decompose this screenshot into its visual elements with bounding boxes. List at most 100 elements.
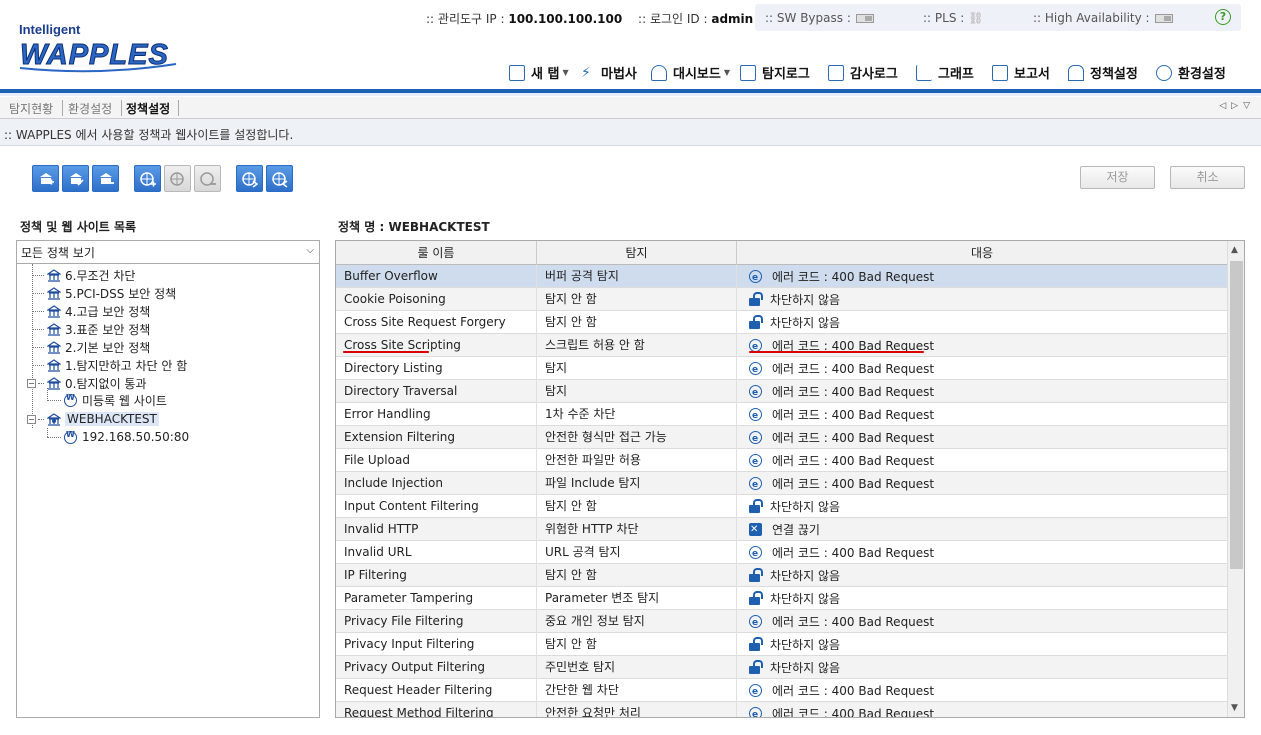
column-header-action[interactable]: 대응 bbox=[737, 241, 1227, 265]
tab-scroll-arrows[interactable]: ◁▷▽ bbox=[1219, 101, 1255, 111]
table-row[interactable]: Input Content Filtering 탐지 안 함 차단하지 않음 bbox=[336, 495, 1227, 518]
tree-item-policy[interactable]: 5.PCI-DSS 보안 정책 bbox=[32, 284, 176, 302]
collapse-icon[interactable]: − bbox=[27, 414, 36, 424]
tree-item-policy[interactable]: 2.기본 보안 정책 bbox=[32, 338, 150, 356]
tree-item-site[interactable]: 미등록 웹 사이트 bbox=[47, 391, 167, 409]
action-cell[interactable]: 에러 코드 : 400 Bad Request bbox=[737, 403, 1227, 426]
action-cell[interactable]: 차단하지 않음 bbox=[737, 311, 1227, 334]
detect-cell[interactable]: Parameter 변조 탐지 bbox=[537, 587, 737, 610]
table-row[interactable]: Invalid URLURL 공격 탐지 에러 코드 : 400 Bad Requ… bbox=[336, 541, 1227, 564]
table-row[interactable]: Request Method Filtering안전한 요청만 처리 에러 코드 … bbox=[336, 702, 1227, 717]
detect-cell[interactable]: 위험한 HTTP 차단 bbox=[537, 518, 737, 541]
import-button[interactable] bbox=[236, 165, 263, 192]
nav-dashboard[interactable]: 대시보드 ▼ bbox=[651, 63, 730, 82]
action-cell[interactable]: 차단하지 않음 bbox=[737, 288, 1227, 311]
detect-cell[interactable]: 탐지 안 함 bbox=[537, 564, 737, 587]
tree-item-site[interactable]: 192.168.50.50:80 bbox=[47, 428, 189, 446]
scrollbar-thumb[interactable] bbox=[1230, 261, 1243, 569]
table-row[interactable]: Cross Site Scripting스크립트 허용 안 함 에러 코드 : 4… bbox=[336, 334, 1227, 357]
tree-item-policy[interactable]: −0.탐지없이 통과 bbox=[27, 374, 147, 392]
delete-site-button[interactable] bbox=[194, 165, 221, 192]
save-button[interactable]: 저장 bbox=[1080, 166, 1155, 189]
detect-cell[interactable]: 스크립트 허용 안 함 bbox=[537, 334, 737, 357]
table-row[interactable]: Cross Site Request Forgery 탐지 안 함 차단하지 않음 bbox=[336, 311, 1227, 334]
edit-policy-button[interactable] bbox=[62, 165, 89, 192]
action-cell[interactable]: 차단하지 않음 bbox=[737, 656, 1227, 679]
add-policy-button[interactable] bbox=[32, 165, 59, 192]
tree-item-policy[interactable]: 6.무조건 차단 bbox=[32, 266, 135, 284]
table-row[interactable]: Privacy Output Filtering 주민번호 탐지 차단하지 않음 bbox=[336, 656, 1227, 679]
detect-cell[interactable]: 1차 수준 차단 bbox=[537, 403, 737, 426]
action-cell[interactable]: 에러 코드 : 400 Bad Request bbox=[737, 541, 1227, 564]
chevron-left-icon[interactable]: ◁ bbox=[1219, 101, 1231, 111]
table-row[interactable]: Parameter Tampering Parameter 변조 탐지 차단하지 않… bbox=[336, 587, 1227, 610]
action-cell[interactable]: 에러 코드 : 400 Bad Request bbox=[737, 679, 1227, 702]
policy-filter-select[interactable]: 모든 정책 보기 ⌵ bbox=[16, 240, 320, 264]
table-row[interactable]: Cookie Poisoning 탐지 안 함 차단하지 않음 bbox=[336, 288, 1227, 311]
action-cell[interactable]: 차단하지 않음 bbox=[737, 564, 1227, 587]
action-cell[interactable]: 에러 코드 : 400 Bad Request bbox=[737, 357, 1227, 380]
nav-wizard[interactable]: ⚡ 마법사 bbox=[581, 63, 637, 83]
action-cell[interactable]: 연결 끊기 bbox=[737, 518, 1227, 541]
help-icon[interactable]: ? bbox=[1215, 9, 1231, 25]
detect-cell[interactable]: 중요 개인 정보 탐지 bbox=[537, 610, 737, 633]
collapse-icon[interactable]: − bbox=[27, 378, 36, 388]
table-scrollbar[interactable]: ▲ ▼ bbox=[1227, 241, 1244, 717]
scroll-down-icon[interactable]: ▼ bbox=[1231, 703, 1238, 713]
tab-detection-status[interactable]: 탐지현황 bbox=[9, 100, 53, 117]
nav-new-tab[interactable]: 새 탭 ▼ bbox=[509, 63, 569, 82]
chevron-right-icon[interactable]: ▷ bbox=[1231, 101, 1243, 111]
table-row[interactable]: IP Filtering 탐지 안 함 차단하지 않음 bbox=[336, 564, 1227, 587]
nav-settings[interactable]: 환경설정 bbox=[1156, 63, 1226, 82]
action-cell[interactable]: 에러 코드 : 400 Bad Request bbox=[737, 702, 1227, 717]
table-row[interactable]: Directory Traversal탐지 에러 코드 : 400 Bad Req… bbox=[336, 380, 1227, 403]
table-row[interactable]: Error Handling1차 수준 차단 에러 코드 : 400 Bad Re… bbox=[336, 403, 1227, 426]
detect-cell[interactable]: 안전한 파일만 허용 bbox=[537, 449, 737, 472]
nav-audit-log[interactable]: 감사로그 bbox=[828, 63, 898, 82]
action-cell[interactable]: 차단하지 않음 bbox=[737, 495, 1227, 518]
table-row[interactable]: Buffer Overflow버퍼 공격 탐지 에러 코드 : 400 Bad R… bbox=[336, 265, 1227, 288]
table-row[interactable]: Invalid HTTP위험한 HTTP 차단 연결 끊기 bbox=[336, 518, 1227, 541]
action-cell[interactable]: 에러 코드 : 400 Bad Request bbox=[737, 449, 1227, 472]
detect-cell[interactable]: 주민번호 탐지 bbox=[537, 656, 737, 679]
ha-toggle-icon[interactable] bbox=[1154, 14, 1173, 23]
tab-policy-settings[interactable]: 정책설정 bbox=[126, 100, 170, 117]
edit-site-button[interactable] bbox=[164, 165, 191, 192]
action-cell[interactable]: 에러 코드 : 400 Bad Request bbox=[737, 610, 1227, 633]
tree-item-policy[interactable]: 3.표준 보안 정책 bbox=[32, 320, 150, 338]
detect-cell[interactable]: 안전한 요청만 처리 bbox=[537, 702, 737, 717]
sw-bypass-toggle-icon[interactable] bbox=[855, 14, 874, 23]
tree-item-policy[interactable]: 4.고급 보안 정책 bbox=[32, 302, 150, 320]
detect-cell[interactable]: 탐지 안 함 bbox=[537, 311, 737, 334]
detect-cell[interactable]: 탐지 안 함 bbox=[537, 633, 737, 656]
column-header-detect[interactable]: 탐지 bbox=[537, 241, 737, 265]
detect-cell[interactable]: 탐지 안 함 bbox=[537, 495, 737, 518]
table-row[interactable]: Extension Filtering안전한 형식만 접근 가능 에러 코드 : … bbox=[336, 426, 1227, 449]
delete-policy-button[interactable] bbox=[92, 165, 119, 192]
table-row[interactable]: Privacy File Filtering중요 개인 정보 탐지 에러 코드 :… bbox=[336, 610, 1227, 633]
tab-environment[interactable]: 환경설정 bbox=[68, 100, 112, 117]
nav-detect-log[interactable]: 탐지로그 bbox=[740, 63, 810, 82]
scroll-up-icon[interactable]: ▲ bbox=[1231, 245, 1238, 255]
add-site-button[interactable] bbox=[134, 165, 161, 192]
chevron-down-icon[interactable]: ▽ bbox=[1243, 101, 1255, 111]
detect-cell[interactable]: 탐지 bbox=[537, 380, 737, 403]
action-cell[interactable]: 차단하지 않음 bbox=[737, 587, 1227, 610]
action-cell[interactable]: 에러 코드 : 400 Bad Request bbox=[737, 334, 1227, 357]
action-cell[interactable]: 에러 코드 : 400 Bad Request bbox=[737, 265, 1227, 288]
table-row[interactable]: File Upload안전한 파일만 허용 에러 코드 : 400 Bad Req… bbox=[336, 449, 1227, 472]
table-row[interactable]: Privacy Input Filtering 탐지 안 함 차단하지 않음 bbox=[336, 633, 1227, 656]
action-cell[interactable]: 에러 코드 : 400 Bad Request bbox=[737, 426, 1227, 449]
detect-cell[interactable]: 탐지 안 함 bbox=[537, 288, 737, 311]
nav-report[interactable]: 보고서 bbox=[992, 63, 1050, 82]
tree-item-policy[interactable]: 1.탐지만하고 차단 안 함 bbox=[32, 356, 187, 374]
export-button[interactable] bbox=[266, 165, 293, 192]
nav-graph[interactable]: 그래프 bbox=[916, 63, 974, 82]
action-cell[interactable]: 에러 코드 : 400 Bad Request bbox=[737, 380, 1227, 403]
cancel-button[interactable]: 취소 bbox=[1170, 166, 1245, 189]
wapples-logo[interactable]: Intelligent WAPPLES bbox=[18, 20, 188, 75]
table-row[interactable]: Include Injection파일 Include 탐지 에러 코드 : 40… bbox=[336, 472, 1227, 495]
tree-item-policy-selected[interactable]: − WEBHACKTEST bbox=[27, 410, 159, 428]
nav-policy[interactable]: 정책설정 bbox=[1068, 63, 1138, 82]
detect-cell[interactable]: URL 공격 탐지 bbox=[537, 541, 737, 564]
